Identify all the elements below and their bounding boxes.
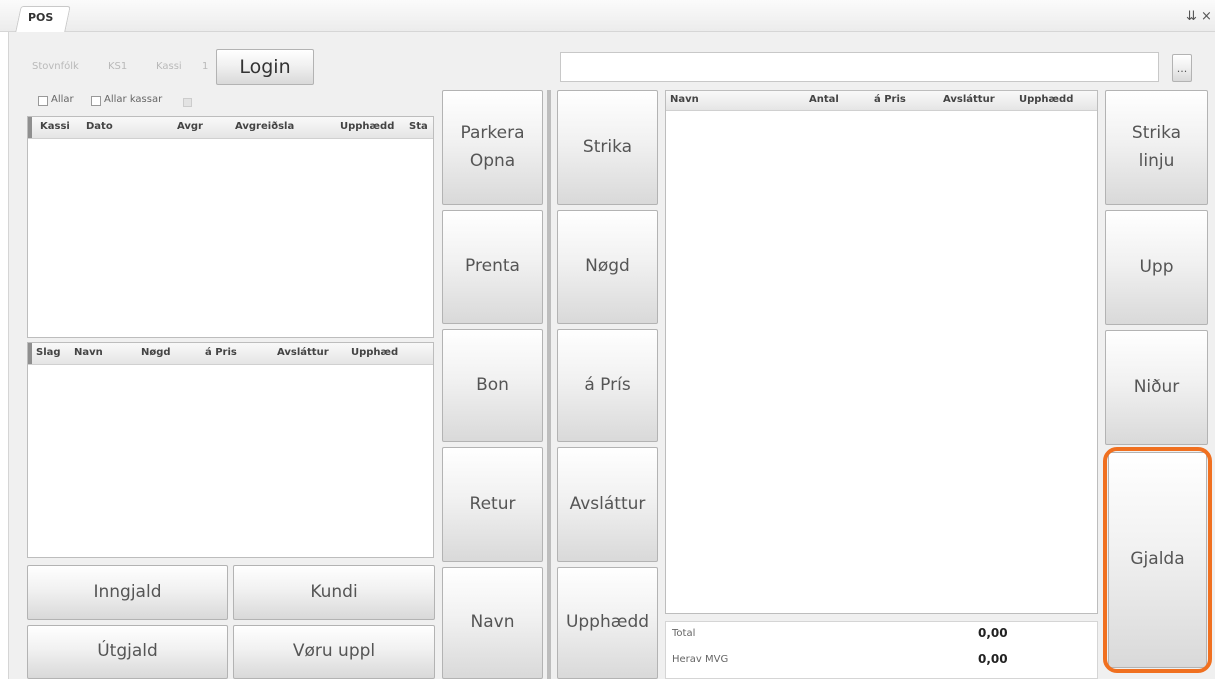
store-label: Stovnfólk [32, 61, 79, 72]
strika-linju-button[interactable]: Strika linju [1105, 90, 1208, 205]
receipts-col-avgr[interactable]: Avgr [177, 121, 203, 132]
receipts-col-avgreidsla[interactable]: Avgreiðsla [235, 121, 294, 132]
avslattur-button[interactable]: Avsláttur [557, 447, 658, 562]
totals-panel [665, 621, 1098, 679]
cart-col-antal[interactable]: Antal [809, 94, 839, 105]
parkera-opna-button[interactable]: Parkera Opna [442, 90, 543, 205]
nogd-button[interactable]: Nøgd [557, 210, 658, 324]
close-icon[interactable]: × [1201, 9, 1212, 24]
tab-bar [0, 0, 1215, 32]
total-value: 0,00 [978, 626, 1008, 640]
tab-pos-label: POS [28, 11, 54, 24]
receipts-table-header: Kassi Dato Avgr Avgreiðsla Upphædd Sta [28, 117, 433, 139]
all-checkbox[interactable] [38, 96, 48, 106]
lines-col-avslattur[interactable]: Avsláttur [277, 347, 329, 358]
cart-table-header: Navn Antal á Pris Avsláttur Upphædd [666, 91, 1097, 111]
navn-button[interactable]: Navn [442, 567, 543, 679]
cart-col-upphaedd[interactable]: Upphædd [1019, 94, 1073, 105]
receipts-table[interactable]: Kassi Dato Avgr Avgreiðsla Upphædd Sta [27, 116, 434, 338]
gjalda-highlight [1103, 447, 1212, 673]
a-pris-button[interactable]: á Prís [557, 329, 658, 442]
lines-col-navn[interactable]: Navn [74, 347, 103, 358]
cart-col-navn[interactable]: Navn [670, 94, 699, 105]
kundi-button[interactable]: Kundi [233, 565, 435, 620]
filter-dropdown-icon[interactable] [183, 98, 192, 107]
strika-button[interactable]: Strika [557, 90, 658, 205]
lines-col-upphaed[interactable]: Upphæd [351, 347, 398, 358]
cart-col-avslattur[interactable]: Avsláttur [943, 94, 995, 105]
upp-button[interactable]: Upp [1105, 210, 1208, 325]
total-label: Total [672, 628, 696, 639]
cart-table[interactable]: Navn Antal á Pris Avsláttur Upphædd [665, 90, 1098, 614]
register-label: Kassi [156, 61, 182, 72]
all-registers-checkbox[interactable] [91, 96, 101, 106]
nidur-button[interactable]: Niður [1105, 330, 1208, 445]
retur-button[interactable]: Retur [442, 447, 543, 562]
register-value: 1 [202, 61, 209, 72]
lines-table-header: Slag Navn Nøgd á Pris Avsláttur Upphæd [28, 343, 433, 365]
voru-uppl-button[interactable]: Vøru uppl [233, 625, 435, 679]
receipts-col-status[interactable]: Sta [409, 121, 428, 132]
store-value: KS1 [108, 61, 128, 72]
bon-button[interactable]: Bon [442, 329, 543, 442]
utgjald-button[interactable]: Útgjald [27, 625, 228, 679]
prenta-button[interactable]: Prenta [442, 210, 543, 324]
search-input[interactable] [560, 52, 1159, 82]
receipts-col-upphaedd[interactable]: Upphædd [340, 121, 394, 132]
inngjald-button[interactable]: Inngjald [27, 565, 228, 620]
column-separator [547, 90, 551, 679]
all-registers-label: Allar kassar [104, 94, 163, 105]
pin-icon[interactable]: ⇊ [1186, 9, 1197, 24]
receipts-col-dato[interactable]: Dato [86, 121, 113, 132]
lines-col-a-pris[interactable]: á Pris [205, 347, 237, 358]
lines-col-slag[interactable]: Slag [36, 347, 61, 358]
vat-value: 0,00 [978, 652, 1008, 666]
all-label: Allar [51, 94, 74, 105]
receipts-col-kassi[interactable]: Kassi [40, 121, 70, 132]
vat-label: Herav MVG [672, 654, 729, 665]
lines-col-nogd[interactable]: Nøgd [141, 347, 171, 358]
login-button[interactable]: Login [216, 49, 314, 85]
upphaedd-button[interactable]: Upphædd [557, 567, 658, 679]
browse-button[interactable]: ... [1172, 54, 1192, 82]
cart-col-a-pris[interactable]: á Pris [874, 94, 906, 105]
lines-table[interactable]: Slag Navn Nøgd á Pris Avsláttur Upphæd [27, 342, 434, 558]
